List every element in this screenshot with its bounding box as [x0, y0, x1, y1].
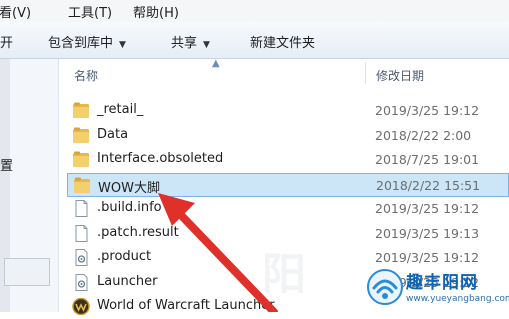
watermark-logo-icon: [367, 269, 403, 305]
folder-icon: [72, 127, 90, 144]
menu-bar: 查看(V) 工具(T) 帮助(H): [0, 0, 509, 23]
file-icon: [72, 224, 90, 242]
toolbar: 开 包含到库中 ▼ 共享 ▼ 新建文件夹: [0, 22, 509, 59]
file-name: Launcher: [97, 273, 158, 289]
file-row[interactable]: Interface.obsoleted 2018/7/25 19:01: [67, 148, 509, 172]
open-button[interactable]: 开: [0, 32, 13, 51]
share-label: 共享: [171, 36, 198, 51]
wow-app-icon: [72, 297, 90, 316]
menu-help[interactable]: 帮助(H): [133, 2, 179, 21]
file-name: _retail_: [97, 102, 144, 117]
file-name: .build.info: [97, 200, 162, 215]
file-name: Data: [97, 126, 129, 142]
include-library-button[interactable]: 包含到库中 ▼: [48, 32, 126, 51]
file-name: World of Warcraft Launcher: [97, 298, 275, 313]
column-header-modified[interactable]: 修改日期: [376, 67, 424, 84]
column-divider[interactable]: [365, 62, 366, 84]
include-library-label: 包含到库中: [48, 36, 114, 51]
file-modified-date: 2019/3/25 19:12: [375, 103, 480, 118]
file-modified-date: 2019/3/25 19:13: [375, 225, 480, 241]
file-row[interactable]: .build.info 2019/3/25 19:12: [67, 197, 509, 221]
file-modified-date: 2018/7/25 19:01: [375, 152, 480, 167]
file-modified-date: 2018/2/22 15:51: [376, 177, 481, 193]
watermark-ghost-text: 阳: [262, 249, 306, 300]
file-modified-date: 2019/3/25 19:12: [375, 201, 480, 216]
new-folder-button[interactable]: 新建文件夹: [250, 32, 315, 51]
navigation-item[interactable]: [4, 258, 50, 286]
file-name: .patch.result: [97, 224, 179, 240]
file-row[interactable]: _retail_ 2019/3/25 19:12: [67, 99, 509, 123]
nav-item-label[interactable]: 置: [0, 155, 13, 174]
config-file-icon: [72, 249, 90, 266]
watermark: 趣丰阳网 www.yueyangbang.com: [360, 262, 509, 312]
watermark-title: 趣丰阳网: [406, 273, 478, 293]
folder-icon: [72, 102, 90, 119]
share-button[interactable]: 共享 ▼: [171, 32, 210, 51]
file-modified-date: 2018/2/22 2:00: [375, 127, 472, 143]
column-header-name[interactable]: 名称: [74, 67, 98, 84]
watermark-url: www.yueyangbang.com: [406, 294, 509, 304]
file-row-selected[interactable]: WOW大脚 2018/2/22 15:51: [67, 172, 509, 197]
sort-ascending-icon: ▲: [212, 58, 220, 69]
file-icon: [72, 200, 90, 217]
chevron-down-icon: ▼: [119, 40, 126, 50]
file-name: .product: [97, 249, 152, 264]
file-name: WOW大脚: [98, 180, 160, 196]
menu-view[interactable]: 查看(V): [0, 2, 31, 21]
chevron-down-icon: ▼: [203, 40, 210, 50]
folder-icon: [72, 151, 90, 168]
menu-tools[interactable]: 工具(T): [68, 2, 112, 21]
folder-icon: [73, 177, 91, 194]
file-name: Interface.obsoleted: [97, 151, 224, 166]
file-row[interactable]: Data 2018/2/22 2:00: [67, 124, 509, 148]
config-file-icon: [72, 273, 90, 291]
